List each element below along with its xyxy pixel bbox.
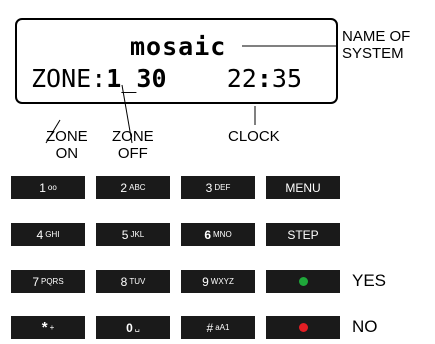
key-2[interactable]: 2 ABC [96,176,170,199]
status-line: ZONE:1_30 22:35 [31,64,302,93]
clock-hours: 22 [226,64,257,93]
key-4[interactable]: 4 GHI [11,223,85,246]
key-1[interactable]: 1 oo [11,176,85,199]
clock-minutes: 35 [271,64,302,93]
zone-on-label: ZONE ON [46,128,88,162]
zone-separator: _ [121,64,137,93]
key-8[interactable]: 8 TUV [96,270,170,293]
red-dot-icon [298,323,308,332]
status-gap [167,64,227,93]
name-of-system-line1: NAME OF [342,28,411,45]
lcd-display: mosaic ZONE:1_30 22:35 [15,18,338,104]
clock-separator: : [256,64,272,93]
name-of-system-label: NAME OF SYSTEM [342,28,410,62]
clock-label: CLOCK [228,128,280,145]
zone-off-indicator: 30 [136,64,167,93]
yes-label: YES [352,271,387,290]
zone-prefix: ZONE: [31,64,107,93]
key-7[interactable]: 7 PQRS [11,270,85,293]
zone-off-label: ZONE OFF [112,128,154,162]
voicemail-icon: oo [47,183,57,192]
no-key[interactable] [266,316,340,339]
zone-off-line2: OFF [117,145,148,162]
key-6[interactable]: 6 MNO [181,223,255,246]
system-name-text: mosaic [130,32,227,61]
name-of-system-line2: SYSTEM [342,45,404,62]
space-icon: ␣ [134,323,140,332]
key-9[interactable]: 9 WXYZ [181,270,255,293]
menu-key[interactable]: MENU [266,176,340,199]
yes-key[interactable] [266,270,340,293]
zone-on-line2: ON [55,145,79,162]
star-key[interactable]: * + [11,316,85,339]
key-0[interactable]: 0 ␣ [96,316,170,339]
green-dot-icon [298,277,308,286]
no-label: NO [352,317,378,336]
key-3[interactable]: 3 DEF [181,176,255,199]
step-key[interactable]: STEP [266,223,340,246]
zone-on-indicator: 1 [106,64,122,93]
zone-on-line1: ZONE [46,128,88,145]
asterisk-icon: * [41,319,48,336]
key-5[interactable]: 5 JKL [96,223,170,246]
hash-key[interactable]: # aA1 [181,316,255,339]
zone-off-line1: ZONE [112,128,154,145]
